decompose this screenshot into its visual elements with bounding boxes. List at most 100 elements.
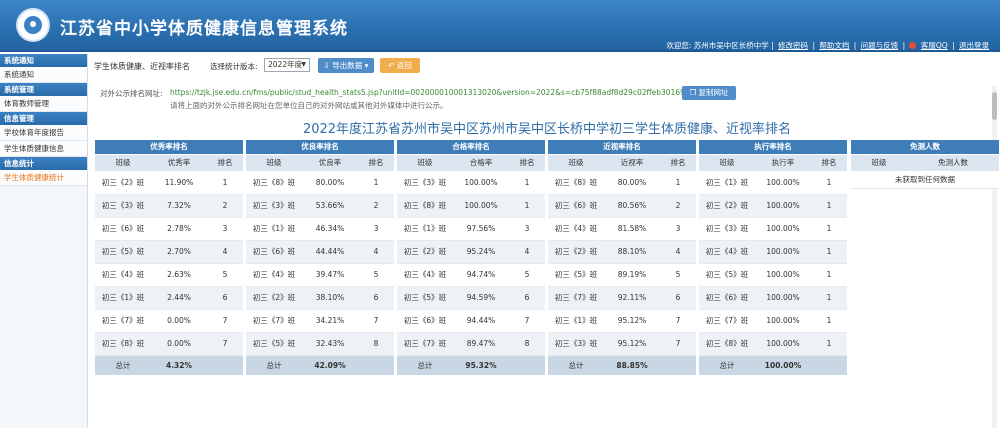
scrollbar[interactable] xyxy=(992,86,997,428)
table-row: 初三《7》班 89.47% 8 xyxy=(397,332,545,356)
support-qq-link[interactable]: 客服QQ xyxy=(921,41,948,50)
export-button[interactable]: ⇩ 导出数据 ▾ xyxy=(318,58,374,73)
sidebar-item-health-stats[interactable]: 学生体质健康统计 xyxy=(0,170,87,186)
rank-cell: 7 xyxy=(660,309,696,333)
empty-row: 未获取到任何数据 xyxy=(851,171,999,189)
rank-cell: 4 xyxy=(509,240,545,264)
rate-cell: 100.00% xyxy=(755,171,811,195)
public-url-link[interactable]: https://tzjk.jse.edu.cn/fms/public/stud_… xyxy=(170,88,713,97)
sidebar-group-system[interactable]: 系统管理 xyxy=(0,83,87,96)
total-label: 总计 xyxy=(95,355,151,375)
rate-cell: 94.44% xyxy=(453,309,509,333)
system-title: 江苏省中小学体质健康信息管理系统 xyxy=(60,19,348,39)
change-password-link[interactable]: 修改密码 xyxy=(778,41,808,50)
column-header: 优良率 xyxy=(302,153,358,171)
rate-cell: 44.44% xyxy=(302,240,358,264)
table-row: 初三《2》班 11.90% 1 xyxy=(95,171,243,195)
separator: | xyxy=(902,41,906,50)
class-cell: 初三《5》班 xyxy=(246,332,302,356)
scroll-thumb[interactable] xyxy=(992,92,997,120)
table-row: 初三《6》班 80.56% 2 xyxy=(548,194,696,218)
table-row: 初三《8》班 100.00% 1 xyxy=(397,194,545,218)
class-cell: 初三《1》班 xyxy=(397,217,453,241)
column-header: 近视率 xyxy=(604,153,660,171)
rate-cell: 100.00% xyxy=(755,309,811,333)
rate-cell: 95.12% xyxy=(604,332,660,356)
total-empty xyxy=(660,355,696,375)
sidebar-item-pe-teachers[interactable]: 体育教师管理 xyxy=(0,96,87,112)
total-value: 88.85% xyxy=(604,355,660,375)
rank-cell: 6 xyxy=(660,286,696,310)
rate-cell: 95.24% xyxy=(453,240,509,264)
class-cell: 初三《8》班 xyxy=(246,171,302,195)
rate-cell: 94.74% xyxy=(453,263,509,287)
table-row: 初三《7》班 100.00% 1 xyxy=(699,309,847,333)
total-empty xyxy=(811,355,847,375)
app-window: 江苏省中小学体质健康信息管理系统 欢迎您: 苏州市吴中区长桥中学 | 修改密码 … xyxy=(0,0,1000,428)
total-label: 总计 xyxy=(548,355,604,375)
class-cell: 初三《5》班 xyxy=(397,286,453,310)
total-empty xyxy=(509,355,545,375)
class-cell: 初三《8》班 xyxy=(548,171,604,195)
class-cell: 初三《1》班 xyxy=(95,286,151,310)
table-row: 初三《1》班 2.44% 6 xyxy=(95,286,243,310)
class-cell: 初三《4》班 xyxy=(246,263,302,287)
sidebar-item-annual-report[interactable]: 学校体育年度报告 xyxy=(0,125,87,141)
class-cell: 初三《6》班 xyxy=(699,286,755,310)
rank-cell: 4 xyxy=(358,240,394,264)
sidebar-item-student-health[interactable]: 学生体质健康信息 xyxy=(0,141,87,157)
sidebar-group-stats[interactable]: 信息统计 xyxy=(0,157,87,170)
back-button[interactable]: ↶ 返回 xyxy=(380,58,420,73)
table-row: 初三《8》班 80.00% 1 xyxy=(548,171,696,195)
table-title: 优秀率排名 xyxy=(95,140,243,154)
table-row: 初三《8》班 100.00% 1 xyxy=(699,332,847,356)
rate-cell: 80.00% xyxy=(302,171,358,195)
rate-cell: 53.66% xyxy=(302,194,358,218)
total-value: 42.09% xyxy=(302,355,358,375)
help-docs-link[interactable]: 帮助文档 xyxy=(819,41,849,50)
sidebar-group-notice[interactable]: 系统通知 xyxy=(0,54,87,67)
class-cell: 初三《6》班 xyxy=(548,194,604,218)
logo-icon xyxy=(16,8,50,42)
rank-cell: 4 xyxy=(660,240,696,264)
rate-cell: 100.00% xyxy=(755,286,811,310)
table-row: 初三《3》班 100.00% 1 xyxy=(699,217,847,241)
total-value: 4.32% xyxy=(151,355,207,375)
sidebar-group-info[interactable]: 信息管理 xyxy=(0,112,87,125)
total-label: 总计 xyxy=(699,355,755,375)
sidebar-item-system-notice[interactable]: 系统通知 xyxy=(0,67,87,83)
class-cell: 初三《6》班 xyxy=(246,240,302,264)
excellent-rate-table: 优秀率排名 班级 优秀率 排名 初三《2》班 11.90% 1 初三《3》班 7.32% 2 初三《… xyxy=(95,140,243,375)
class-cell: 初三《3》班 xyxy=(548,332,604,356)
class-cell: 初三《7》班 xyxy=(699,309,755,333)
rank-cell: 2 xyxy=(207,194,243,218)
rate-cell: 34.21% xyxy=(302,309,358,333)
table-row: 初三《1》班 100.00% 1 xyxy=(699,171,847,195)
class-cell: 初三《2》班 xyxy=(397,240,453,264)
column-header: 执行率 xyxy=(755,153,811,171)
toolbar: 学生体质健康、近视率排名 选择统计版本: 2022年度 ▼ ⇩ 导出数据 ▾ ↶ … xyxy=(94,58,984,74)
total-row: 总计 42.09% xyxy=(246,355,394,375)
column-header: 优秀率 xyxy=(151,153,207,171)
table-row: 初三《6》班 2.78% 3 xyxy=(95,217,243,241)
class-cell: 初三《5》班 xyxy=(699,263,755,287)
rate-cell: 100.00% xyxy=(755,217,811,241)
rate-cell: 100.00% xyxy=(755,240,811,264)
version-select[interactable]: 2022年度 ▼ xyxy=(264,58,310,72)
welcome-text: 欢迎您: 苏州市吴中区长桥中学 | xyxy=(666,41,774,50)
table-row: 初三《7》班 92.11% 6 xyxy=(548,286,696,310)
copy-url-button[interactable]: ❐ 复制网址 xyxy=(682,86,736,100)
rank-cell: 5 xyxy=(358,263,394,287)
feedback-link[interactable]: 问题与反馈 xyxy=(861,41,899,50)
table-row: 初三《5》班 100.00% 1 xyxy=(699,263,847,287)
rate-cell: 88.10% xyxy=(604,240,660,264)
rank-cell: 1 xyxy=(207,171,243,195)
rate-cell: 97.56% xyxy=(453,217,509,241)
logout-link[interactable]: 退出登录 xyxy=(959,41,989,50)
table-row: 初三《5》班 32.43% 8 xyxy=(246,332,394,356)
public-url-label: 对外公示排名网址: xyxy=(100,89,163,98)
table-row: 初三《6》班 94.44% 7 xyxy=(397,309,545,333)
column-header: 免测人数 xyxy=(907,153,999,171)
rank-cell: 8 xyxy=(358,332,394,356)
class-cell: 初三《2》班 xyxy=(548,240,604,264)
